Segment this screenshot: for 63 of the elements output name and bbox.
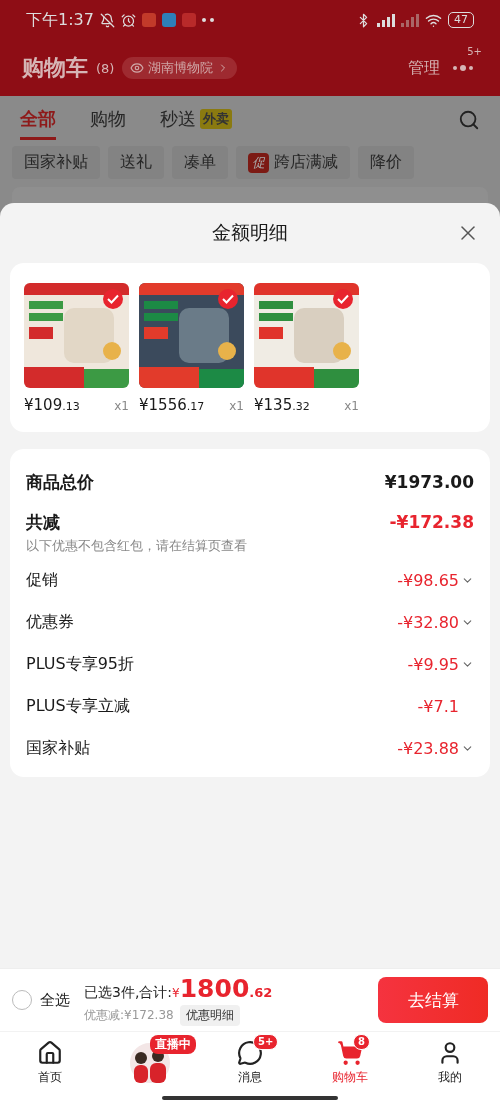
search-icon[interactable] xyxy=(458,109,480,131)
discount-label: PLUS专享立减 xyxy=(26,695,130,717)
page-title: 购物车 xyxy=(22,54,88,82)
select-all-radio[interactable] xyxy=(12,990,32,1010)
discount-note: 以下优惠不包含红包，请在结算页查看 xyxy=(26,537,248,555)
more-dots-icon xyxy=(201,18,216,22)
filter-chip[interactable]: 促 跨店满减 xyxy=(236,146,350,179)
total-value: ¥1973.00 xyxy=(384,472,474,492)
home-icon xyxy=(37,1040,63,1066)
app-icon xyxy=(141,13,156,27)
product-quantity: x1 xyxy=(229,399,244,413)
total-amount: 已选3件,合计:¥1800.62 xyxy=(84,974,273,1003)
filter-chip[interactable]: 送礼 xyxy=(108,146,164,179)
discount-value: -¥9.95 xyxy=(407,654,459,674)
filter-chip[interactable]: 降价 xyxy=(358,146,414,179)
signal-icon xyxy=(377,13,395,27)
more-icon[interactable] xyxy=(452,65,474,71)
live-badge: 直播中 xyxy=(150,1035,196,1054)
app-icon xyxy=(161,13,176,27)
signal-icon xyxy=(401,13,419,27)
nav-item[interactable]: 8 购物车 xyxy=(300,1032,400,1094)
discount-label: PLUS专享95折 xyxy=(26,653,134,675)
count-badge: 8 xyxy=(353,1034,370,1050)
discount-label: 国家补贴 xyxy=(26,737,90,759)
manage-link[interactable]: 管理 xyxy=(408,57,440,79)
bell-off-icon xyxy=(99,12,115,28)
nav-item[interactable]: 我的 xyxy=(400,1032,500,1094)
category-tab[interactable]: 秒送 外卖 xyxy=(160,100,232,140)
sheet-title: 金额明细 xyxy=(212,220,288,245)
discount-value: -¥98.65 xyxy=(397,570,459,590)
product-quantity: x1 xyxy=(344,399,359,413)
total-label: 商品总价 xyxy=(26,470,94,494)
product-price: ¥109.13 xyxy=(24,396,80,414)
product-quantity: x1 xyxy=(114,399,129,413)
discount-amount: 优惠减:¥172.38 xyxy=(84,1007,174,1024)
reduce-value: -¥172.38 xyxy=(389,512,474,532)
location-pill[interactable]: 湖南博物院 xyxy=(122,57,238,79)
product-price: ¥135.32 xyxy=(254,396,310,414)
app-icon xyxy=(181,13,196,27)
detail-button[interactable]: 优惠明细 xyxy=(179,1005,240,1026)
item-count: (8) xyxy=(96,60,115,76)
status-time: 下午1:37 xyxy=(26,9,94,31)
nav-item[interactable]: 首页 xyxy=(0,1032,100,1094)
count-badge: 5+ xyxy=(253,1034,279,1050)
nav-item[interactable]: 直播中 xyxy=(100,1032,200,1094)
reduce-label: 共减 xyxy=(26,510,60,534)
alarm-icon xyxy=(120,12,136,28)
nav-item[interactable]: 5+ 消息 xyxy=(200,1032,300,1094)
filter-chip[interactable]: 凑单 xyxy=(172,146,228,179)
discount-value: -¥32.80 xyxy=(397,612,459,632)
checkout-button[interactable]: 去结算 xyxy=(378,977,488,1023)
discount-value: -¥7.1 xyxy=(417,696,459,716)
filter-chip[interactable]: 国家补贴 xyxy=(12,146,100,179)
discount-value: -¥23.88 xyxy=(397,738,459,758)
category-tab[interactable]: 全部 xyxy=(20,100,56,140)
select-all-label: 全选 xyxy=(40,990,70,1010)
more-count: 5+ xyxy=(467,46,482,57)
discount-label: 促销 xyxy=(26,569,58,591)
battery-level: 47 xyxy=(448,12,474,28)
eye-icon xyxy=(130,61,145,75)
discount-label: 优惠券 xyxy=(26,611,74,633)
product-price: ¥1556.17 xyxy=(139,396,205,414)
category-tab[interactable]: 购物 xyxy=(90,100,126,140)
